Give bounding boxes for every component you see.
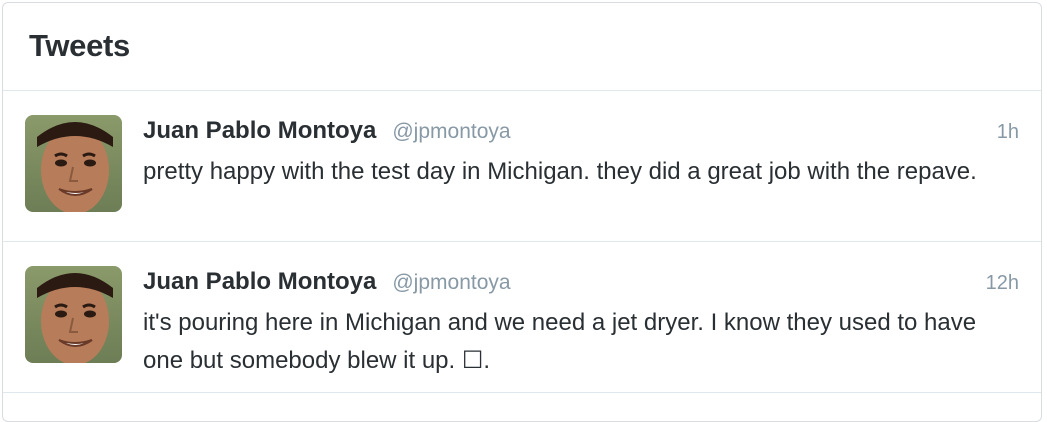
tweet-text: pretty happy with the test day in Michig…	[143, 158, 977, 185]
tweet-username[interactable]: @jpmontoya	[392, 120, 510, 144]
tweets-title: Tweets	[29, 28, 130, 63]
tweet-item[interactable]: Juan Pablo Montoya @jpmontoya 12h it's p…	[3, 242, 1041, 393]
tweet-timestamp[interactable]: 1h	[997, 121, 1019, 144]
avatar[interactable]	[25, 115, 122, 212]
tweet-username[interactable]: @jpmontoya	[392, 271, 510, 295]
avatar[interactable]	[25, 266, 122, 363]
tweet-meta: Juan Pablo Montoya @jpmontoya 1h	[143, 117, 1019, 147]
tweet-meta: Juan Pablo Montoya @jpmontoya 12h	[143, 268, 1019, 298]
tweet-item[interactable]: Juan Pablo Montoya @jpmontoya 1h pretty …	[3, 91, 1041, 242]
tweet-content: Juan Pablo Montoya @jpmontoya 12h it's p…	[143, 268, 1019, 380]
tweet-content: Juan Pablo Montoya @jpmontoya 1h pretty …	[143, 117, 1019, 191]
tweets-module: Tweets Juan Pablo Montoya @jpmontoya 1h …	[2, 2, 1042, 422]
tweet-fullname[interactable]: Juan Pablo Montoya	[143, 117, 376, 145]
tweets-header: Tweets	[3, 3, 1041, 91]
tweet-fullname[interactable]: Juan Pablo Montoya	[143, 268, 376, 296]
tweet-text: it's pouring here in Michigan and we nee…	[143, 309, 977, 374]
tweet-timestamp[interactable]: 12h	[986, 272, 1019, 295]
